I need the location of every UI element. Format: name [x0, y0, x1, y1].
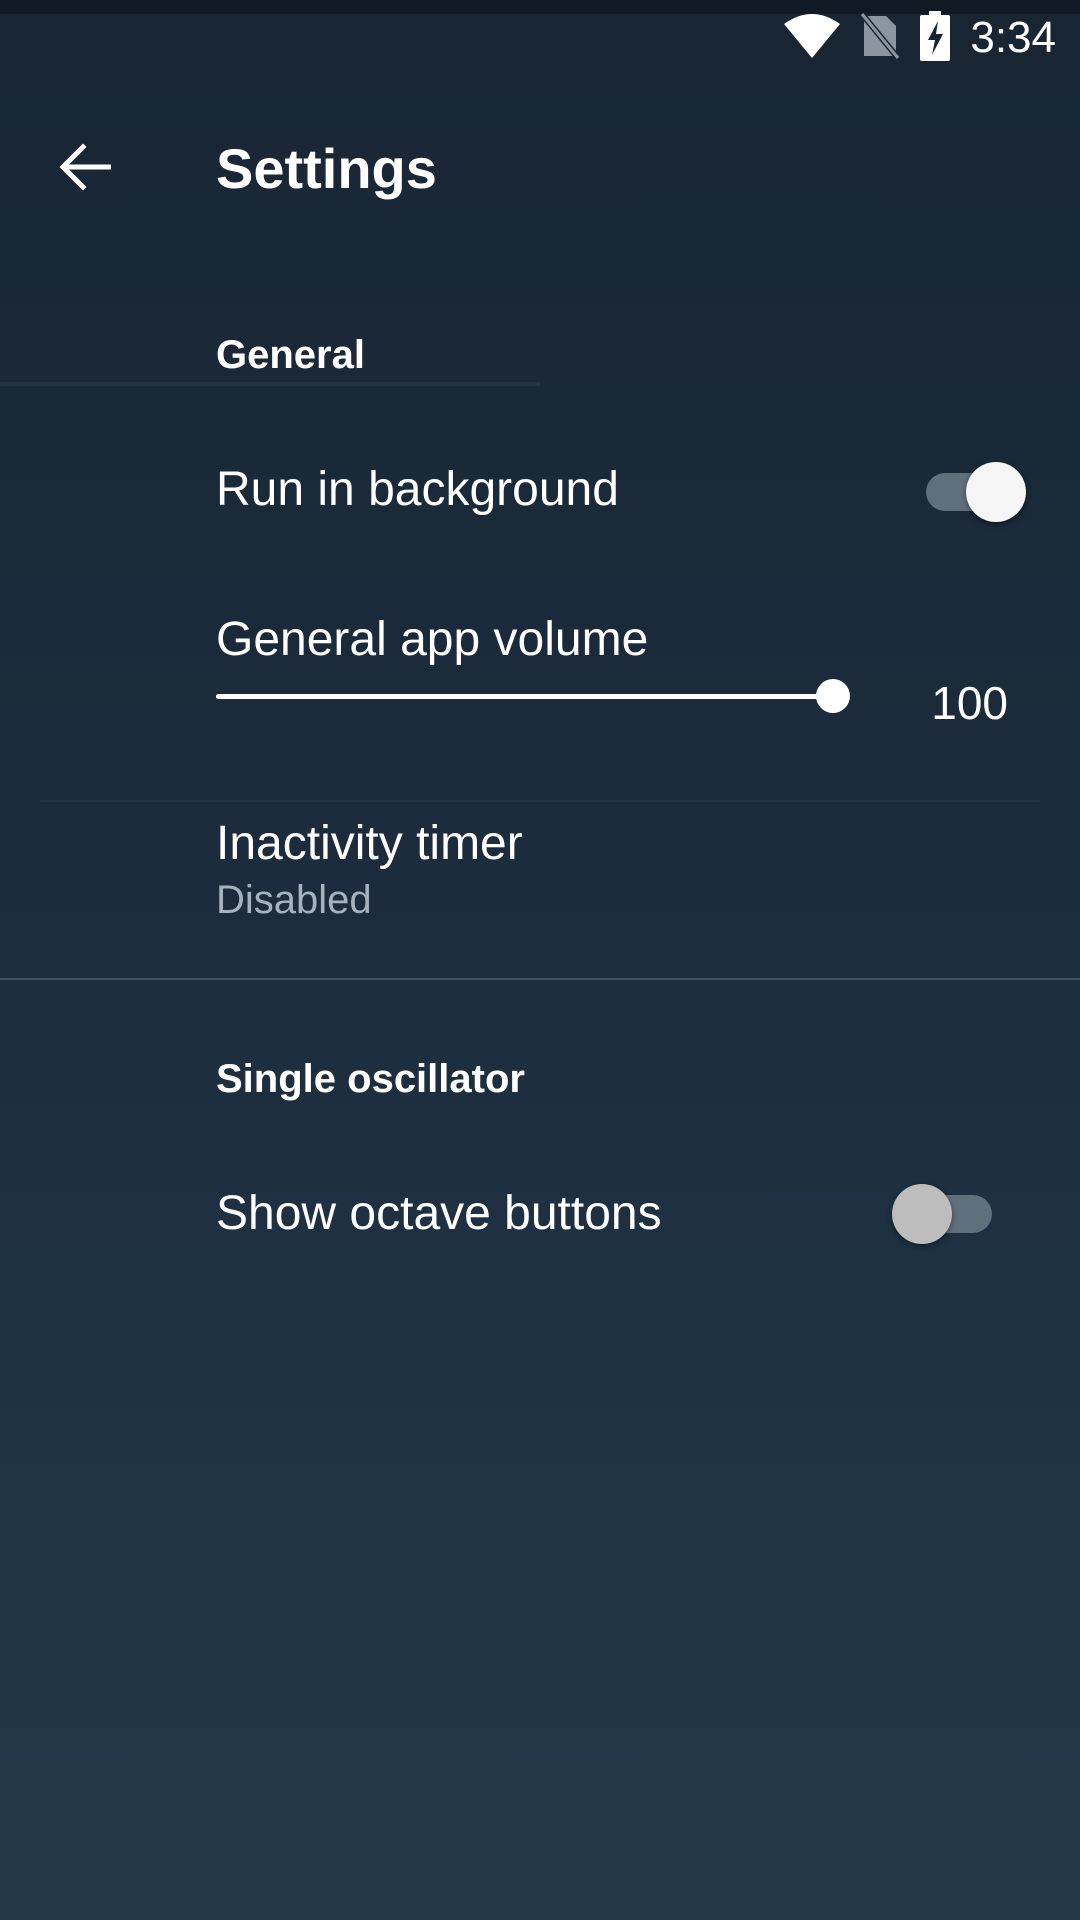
section-header-general: General [216, 333, 365, 377]
general-app-volume-label: General app volume [216, 613, 649, 666]
ghost-tab-underline [0, 382, 540, 386]
status-time: 3:34 [970, 13, 1056, 62]
run-in-background-label: Run in background [216, 463, 619, 516]
page-title: Settings [216, 137, 437, 200]
show-octave-buttons-label: Show octave buttons [216, 1187, 662, 1240]
battery-charging-icon [920, 10, 951, 66]
section-header-single-oscillator: Single oscillator [216, 1057, 525, 1101]
no-sim-icon [860, 11, 901, 65]
inactivity-timer-label: Inactivity timer [216, 817, 523, 870]
wifi-icon [784, 13, 841, 63]
slider-thumb[interactable] [816, 679, 850, 713]
show-octave-buttons-switch[interactable] [892, 1178, 1002, 1248]
status-icons: 3:34 [784, 10, 1056, 66]
switch-thumb [966, 462, 1026, 522]
switch-thumb [892, 1184, 952, 1244]
status-bar: 3:34 [0, 0, 1080, 72]
inactivity-timer-summary: Disabled [216, 878, 372, 922]
run-in-background-switch[interactable] [916, 456, 1026, 526]
section-divider [0, 978, 1080, 980]
slider-fill [216, 694, 833, 699]
general-app-volume-slider[interactable] [216, 672, 850, 720]
run-in-background-row[interactable]: Run in background [0, 440, 1080, 540]
app-bar: Settings [0, 100, 1080, 240]
arrow-back-icon [59, 141, 112, 198]
show-octave-buttons-row[interactable]: Show octave buttons [0, 1164, 1080, 1264]
inactivity-timer-row[interactable]: Inactivity timer Disabled [0, 800, 1080, 940]
general-app-volume-value: 100 [931, 677, 1008, 729]
back-button[interactable] [40, 124, 130, 214]
